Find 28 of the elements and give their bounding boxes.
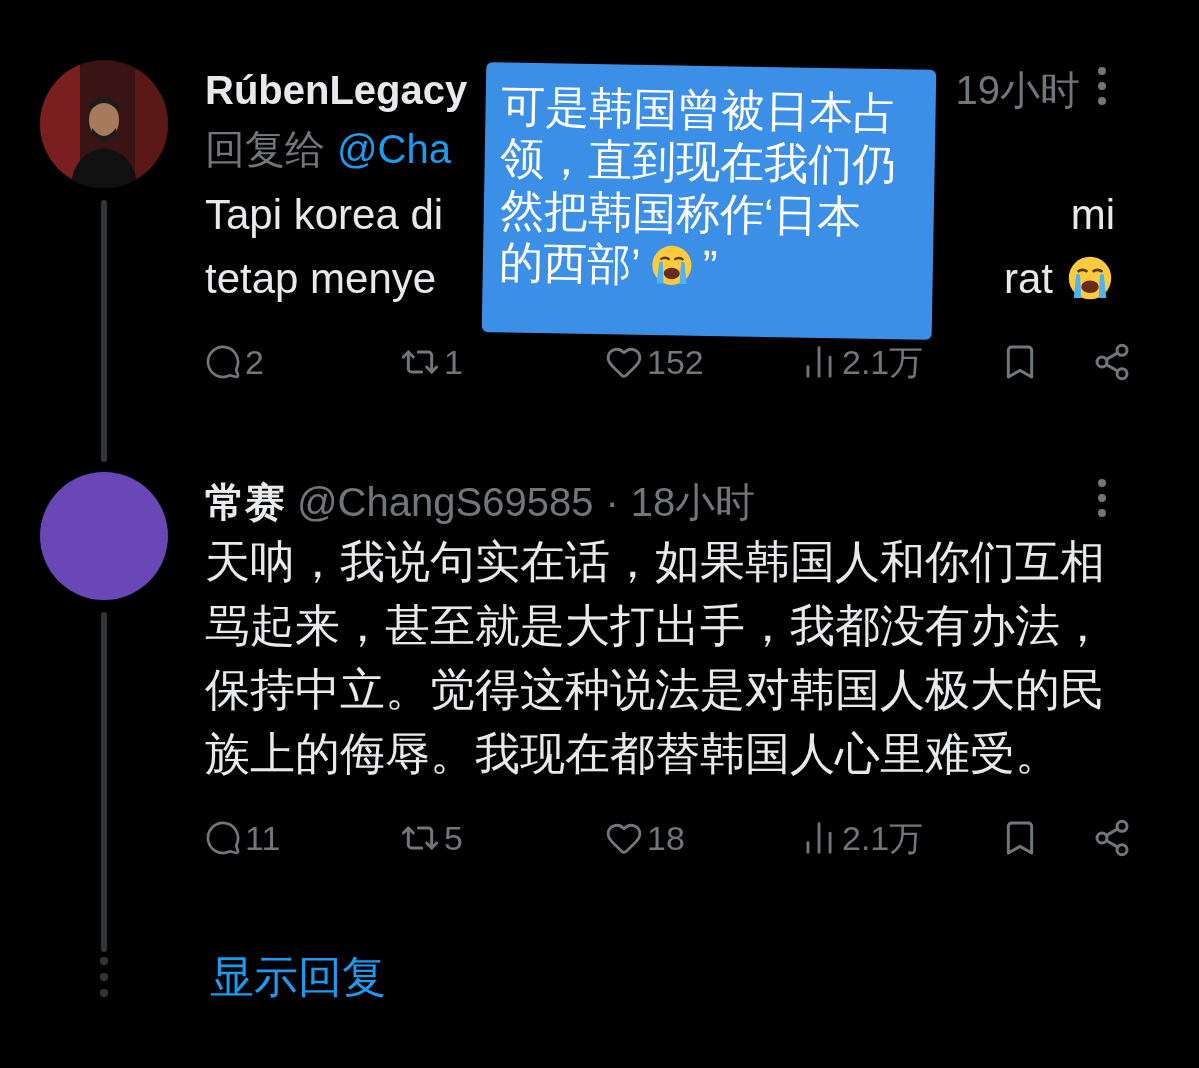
views-button[interactable]: 2.1万 <box>800 336 924 388</box>
reply-icon[interactable] <box>205 820 241 856</box>
mention-link[interactable]: @Cha <box>337 119 451 179</box>
post-text: Tapi korea di <box>205 189 444 240</box>
caption-text: ” <box>702 239 718 293</box>
post-text: mi <box>1070 189 1115 240</box>
separator: · <box>605 479 619 526</box>
repost-button[interactable]: 1 <box>400 336 463 388</box>
user-handle[interactable]: @ChangS69585 <box>297 472 594 532</box>
reply-button[interactable]: 2 <box>205 336 264 388</box>
reply-icon[interactable] <box>205 344 241 380</box>
user-name[interactable]: RúbenLegacy <box>205 60 468 120</box>
post-text: rat <box>1004 253 1053 304</box>
post-text: 天呐，我说句实在话，如果韩国人和你们互相骂起来，甚至就是大打出手，我都没有办法，保持中立。觉得这种说法是对韩国人极大的民族上的侮辱。我现在都替韩国人心里难受。 <box>205 535 1106 781</box>
like-button[interactable]: 152 <box>605 336 704 388</box>
post-time[interactable]: 18小时 <box>630 472 756 532</box>
more-icon[interactable] <box>1097 478 1107 518</box>
show-replies-link[interactable]: 显示回复 <box>210 944 386 1010</box>
post-time[interactable]: 19小时 <box>955 60 1080 120</box>
more-icon <box>99 956 109 998</box>
user-name[interactable]: 常赛 <box>205 472 285 532</box>
post-text: tetap menye <box>205 253 437 304</box>
like-button[interactable]: 18 <box>605 812 685 864</box>
repost-button[interactable]: 5 <box>400 812 463 864</box>
reply-label: 回复给 <box>205 126 325 173</box>
more-icon[interactable] <box>1097 66 1107 106</box>
views-button[interactable]: 2.1万 <box>800 812 924 864</box>
reply-button[interactable]: 11 <box>205 812 281 864</box>
